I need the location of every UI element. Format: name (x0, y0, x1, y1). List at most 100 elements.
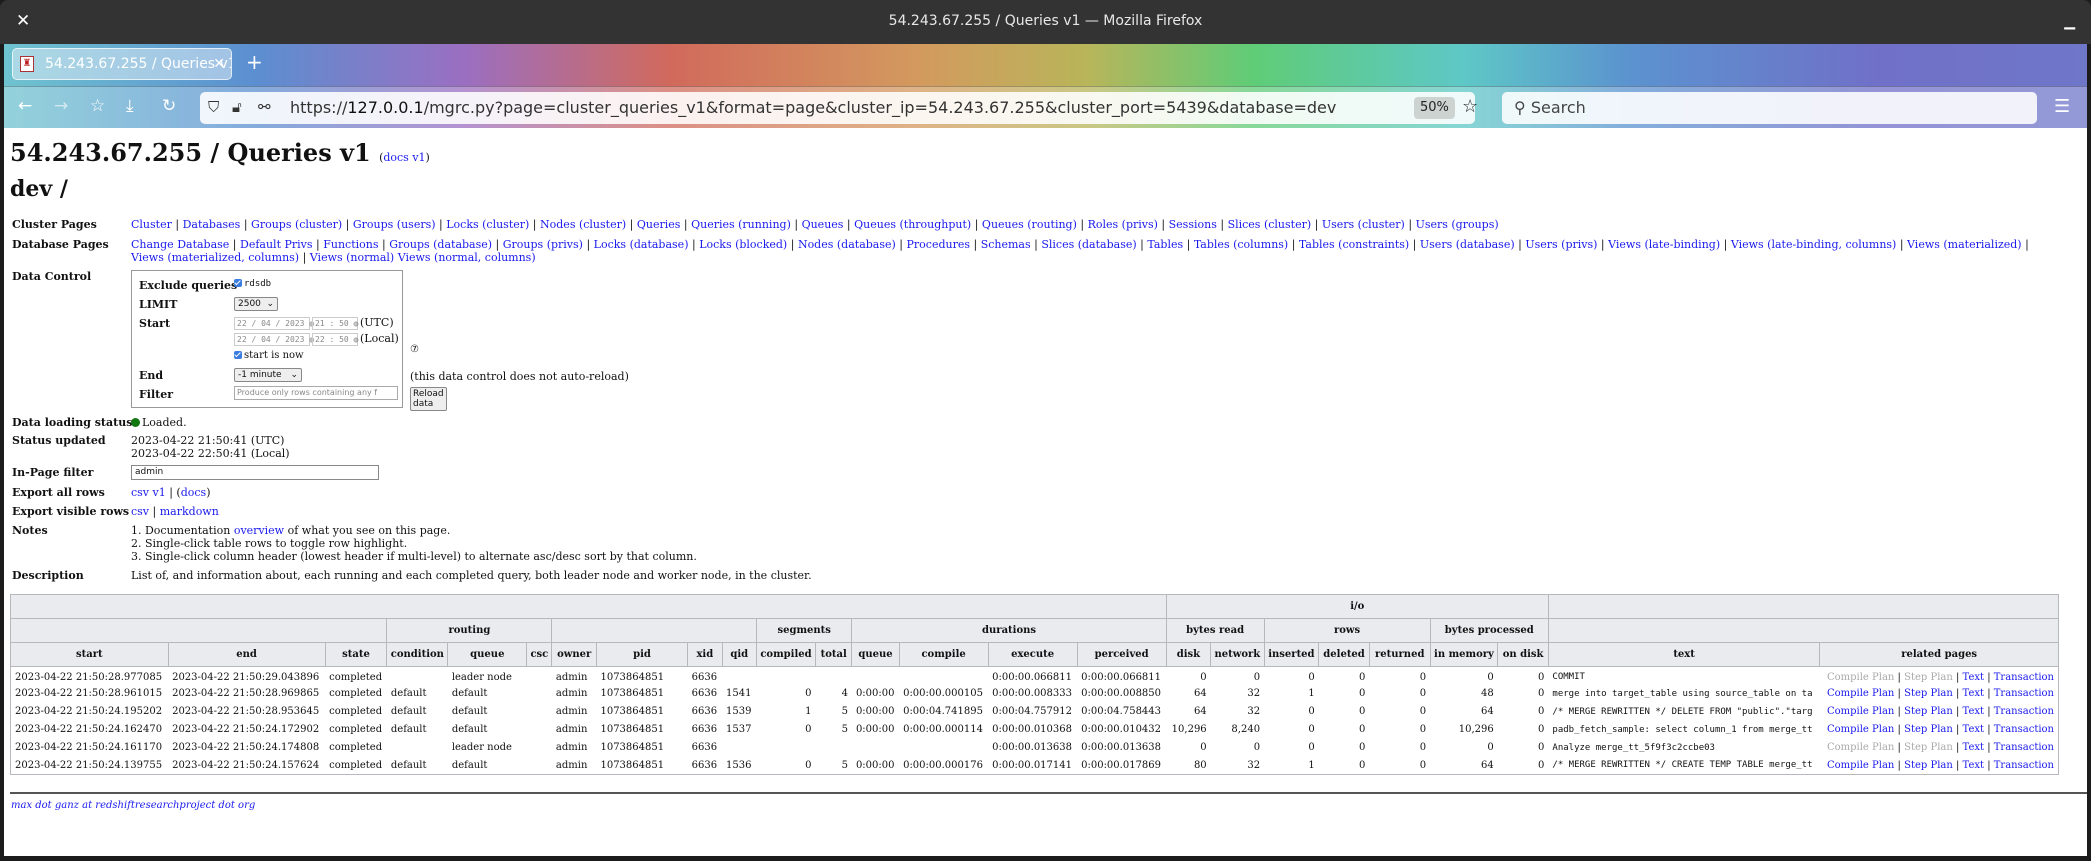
column-header-text[interactable]: text (1547, 642, 1821, 667)
database-page-link-slices-database[interactable]: Slices (database) (1041, 238, 1136, 251)
table-row[interactable]: 2023-04-22 21:50:24.195202 2023-04-22 21:… (11, 703, 2059, 721)
database-page-link-change-database[interactable]: Change Database (131, 238, 229, 251)
transaction-link[interactable]: Transaction (1994, 688, 2054, 699)
database-page-link-views-normal-columns[interactable]: Views (normal, columns) (398, 251, 536, 264)
database-page-link-views-materialized[interactable]: Views (materialized) (1907, 238, 2022, 251)
download-icon[interactable]: ⤓ (126, 96, 134, 116)
column-header-queue[interactable]: queue (447, 642, 528, 667)
text-link[interactable]: Text (1963, 742, 1984, 753)
database-page-link-views-normal[interactable]: Views (normal) (310, 251, 394, 264)
step-plan-link[interactable]: Step Plan (1904, 688, 1953, 699)
footer-contact-link[interactable]: max dot ganz at redshiftresearchproject … (11, 800, 255, 811)
column-header-in-memory[interactable]: in memory (1429, 642, 1499, 667)
step-plan-link[interactable]: Step Plan (1904, 724, 1953, 735)
column-header-execute[interactable]: execute (987, 642, 1078, 667)
checkbox-checked-icon[interactable] (234, 351, 242, 359)
lock-warning-icon[interactable]: 🔓︎ (232, 98, 242, 116)
database-page-link-views-materialized-columns[interactable]: Views (materialized, columns) (131, 251, 299, 264)
table-row[interactable]: 2023-04-22 21:50:24.161170 2023-04-22 21:… (11, 739, 2059, 757)
transaction-link[interactable]: Transaction (1994, 742, 2054, 753)
column-header-end[interactable]: end (167, 642, 326, 667)
search-bar[interactable]: ⚲ Search (1502, 92, 2037, 124)
back-icon[interactable]: ← (18, 96, 32, 116)
transaction-link[interactable]: Transaction (1994, 760, 2054, 771)
exclude-rdsdb-checkbox[interactable]: rdsdb (234, 279, 271, 289)
cluster-page-link-groups-cluster[interactable]: Groups (cluster) (251, 218, 342, 231)
cluster-page-link-groups-users[interactable]: Groups (users) (353, 218, 436, 231)
start-utc-time-input[interactable]: 21 : 50 ◍ (312, 317, 358, 330)
start-is-now-checkbox[interactable]: start is now (234, 350, 304, 361)
database-page-link-default-privs[interactable]: Default Privs (240, 238, 313, 251)
database-page-link-views-late-binding-columns[interactable]: Views (late-binding, columns) (1731, 238, 1897, 251)
column-header-inserted[interactable]: inserted (1263, 642, 1320, 667)
column-header-returned[interactable]: returned (1368, 642, 1431, 667)
database-page-link-functions[interactable]: Functions (323, 238, 378, 251)
cluster-page-link-queues[interactable]: Queues (802, 218, 844, 231)
column-header-deleted[interactable]: deleted (1318, 642, 1370, 667)
checkbox-checked-icon[interactable] (234, 279, 242, 287)
help-icon[interactable]: ⑦ (410, 344, 419, 355)
column-header-start[interactable]: start (10, 642, 169, 667)
cluster-page-link-queries-running[interactable]: Queries (running) (691, 218, 791, 231)
minimize-icon[interactable]: ▁ (2064, 14, 2075, 30)
pocket-icon[interactable]: ☆ (90, 96, 105, 116)
step-plan-link[interactable]: Step Plan (1904, 760, 1953, 771)
compile-plan-link[interactable]: Compile Plan (1827, 760, 1894, 771)
database-page-link-procedures[interactable]: Procedures (907, 238, 971, 251)
column-header-state[interactable]: state (324, 642, 388, 667)
overview-link[interactable]: overview (234, 524, 284, 537)
end-select[interactable]: -1 minute ⌄ (234, 368, 302, 382)
database-page-link-users-privs[interactable]: Users (privs) (1525, 238, 1597, 251)
column-header-perceived[interactable]: perceived (1076, 642, 1167, 667)
column-header-condition[interactable]: condition (386, 642, 449, 667)
cluster-page-link-nodes-cluster[interactable]: Nodes (cluster) (540, 218, 626, 231)
cluster-page-link-cluster[interactable]: Cluster (131, 218, 172, 231)
text-link[interactable]: Text (1963, 724, 1984, 735)
database-page-link-locks-database[interactable]: Locks (database) (594, 238, 689, 251)
forward-icon[interactable]: → (54, 96, 68, 116)
column-header-pid[interactable]: pid (595, 642, 689, 667)
text-link[interactable]: Text (1963, 672, 1984, 683)
column-header-total[interactable]: total (814, 642, 853, 667)
cluster-page-link-locks-cluster[interactable]: Locks (cluster) (446, 218, 529, 231)
database-page-link-tables[interactable]: Tables (1147, 238, 1183, 251)
database-page-link-views-late-binding[interactable]: Views (late-binding) (1608, 238, 1720, 251)
text-link[interactable]: Text (1963, 688, 1984, 699)
tab-close-icon[interactable]: ✕ (213, 49, 225, 79)
database-page-link-schemas[interactable]: Schemas (981, 238, 1031, 251)
zoom-level-badge[interactable]: 50% (1414, 97, 1455, 119)
shield-icon[interactable]: ⛉ (208, 98, 219, 116)
url-bar[interactable]: ⛉ 🔓︎ ⚯ https://127.0.0.1/mgrc.py?page=cl… (200, 92, 1478, 124)
cluster-page-link-users-cluster[interactable]: Users (cluster) (1322, 218, 1405, 231)
export-visible-markdown-link[interactable]: markdown (160, 505, 219, 518)
browser-tab-active[interactable]: ♜ 54.243.67.255 / Queries v1 ✕ (12, 48, 232, 80)
cluster-page-link-queues-routing[interactable]: Queues (routing) (982, 218, 1077, 231)
text-link[interactable]: Text (1963, 760, 1984, 771)
export-all-docs-link[interactable]: docs (181, 486, 206, 499)
inpage-filter-input[interactable]: admin (131, 465, 379, 480)
column-header-on-disk[interactable]: on disk (1497, 642, 1549, 667)
database-page-link-tables-constraints[interactable]: Tables (constraints) (1299, 238, 1409, 251)
export-visible-csv-link[interactable]: csv (131, 505, 149, 518)
table-row[interactable]: 2023-04-22 21:50:24.139755 2023-04-22 21:… (11, 757, 2059, 775)
bookmark-star-icon[interactable]: ☆ (1462, 96, 1478, 117)
database-page-link-nodes-database[interactable]: Nodes (database) (798, 238, 896, 251)
cluster-page-link-slices-cluster[interactable]: Slices (cluster) (1228, 218, 1312, 231)
column-header-xid[interactable]: xid (687, 642, 723, 667)
limit-select[interactable]: 2500 ⌄ (234, 297, 278, 311)
column-header-queue[interactable]: queue (851, 642, 900, 667)
reload-icon[interactable]: ↻ (162, 96, 176, 116)
database-page-link-groups-database[interactable]: Groups (database) (389, 238, 492, 251)
database-page-link-groups-privs[interactable]: Groups (privs) (503, 238, 583, 251)
menu-icon[interactable]: ☰ (2054, 96, 2070, 117)
column-header-network[interactable]: network (1210, 642, 1265, 667)
transaction-link[interactable]: Transaction (1994, 706, 2054, 717)
column-header-owner[interactable]: owner (551, 642, 597, 667)
database-page-link-users-database[interactable]: Users (database) (1420, 238, 1515, 251)
new-tab-button[interactable]: + (246, 50, 263, 74)
export-all-csv-link[interactable]: csv v1 (131, 486, 166, 499)
database-page-link-tables-columns[interactable]: Tables (columns) (1194, 238, 1288, 251)
cluster-page-link-roles-privs[interactable]: Roles (privs) (1088, 218, 1158, 231)
cluster-page-link-sessions[interactable]: Sessions (1169, 218, 1217, 231)
table-row[interactable]: 2023-04-22 21:50:24.162470 2023-04-22 21:… (11, 721, 2059, 739)
